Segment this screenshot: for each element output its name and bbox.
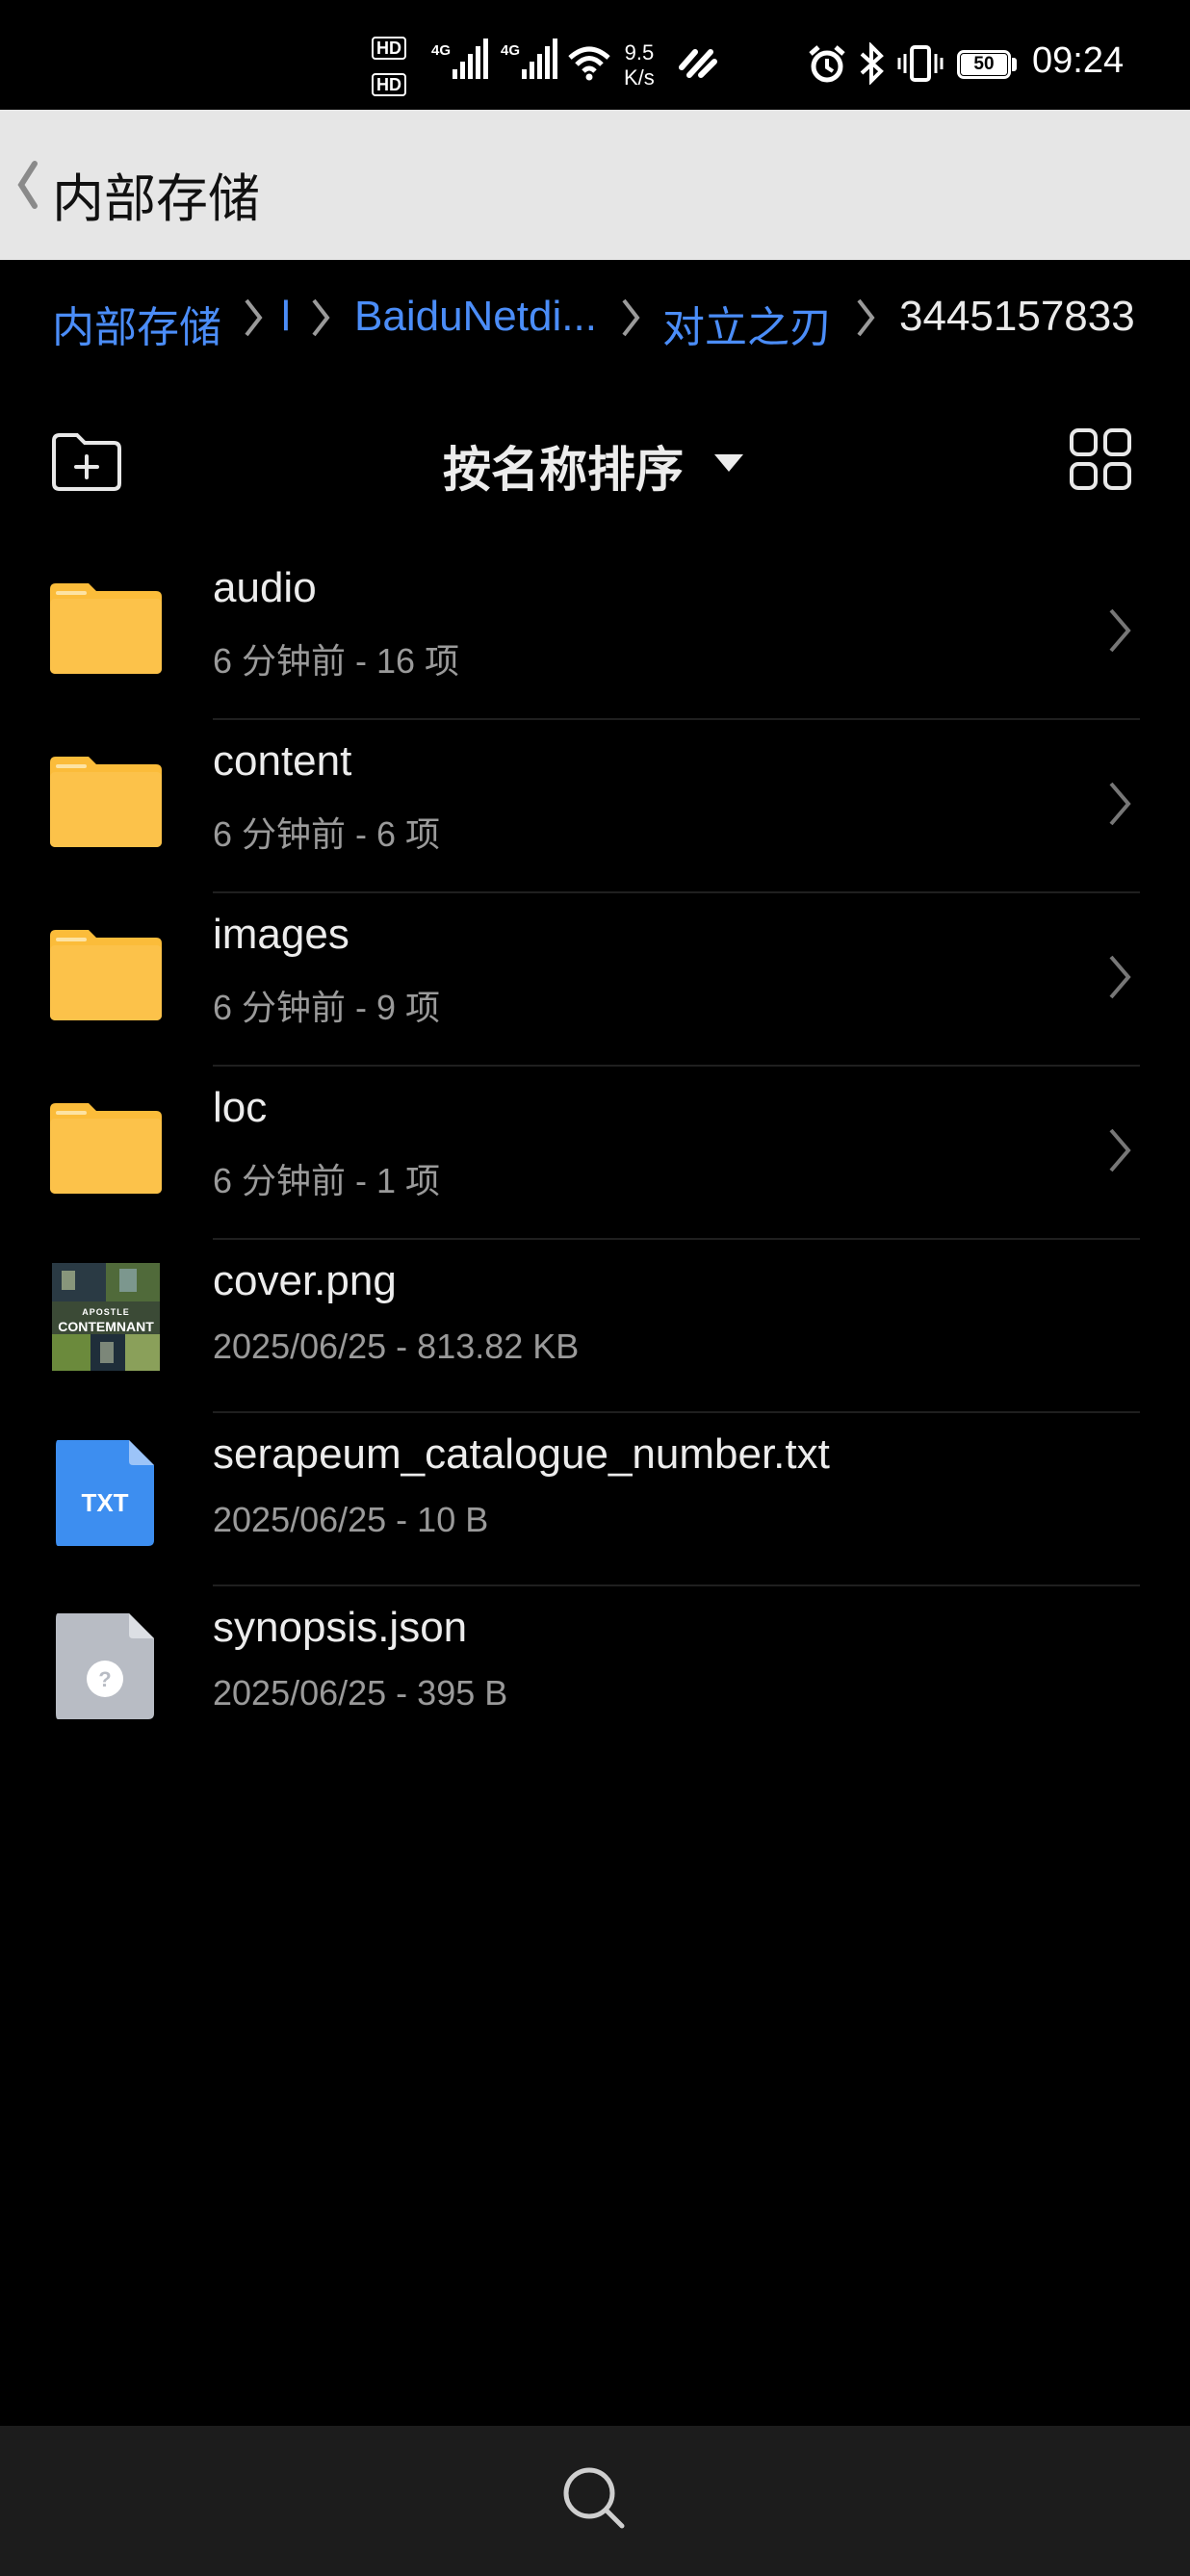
back-arrow-icon[interactable] <box>10 158 44 212</box>
new-folder-icon[interactable] <box>50 429 123 493</box>
folder-icon <box>50 757 162 847</box>
txt-file-icon: TXT <box>56 1440 154 1546</box>
file-row-json[interactable]: ? synopsis.json 2025/06/25 - 395 B <box>0 1586 1190 1760</box>
file-row-audio[interactable]: audio 6 分钟前 - 16 项 <box>0 547 1190 720</box>
file-name: synopsis.json <box>213 1604 468 1651</box>
network-type: 4G <box>431 42 452 59</box>
grid-view-icon[interactable] <box>1069 427 1132 491</box>
bottom-bar <box>0 2426 1190 2576</box>
breadcrumb: 内部存储 l BaiduNetdi... 对立之刃 3445157833 <box>0 260 1190 375</box>
hd-icon: HD <box>372 37 406 60</box>
chevron-right-icon <box>857 298 875 337</box>
dropdown-arrow-icon[interactable] <box>714 454 743 472</box>
bluetooth-icon <box>860 42 884 85</box>
folder-icon <box>50 1103 162 1194</box>
breadcrumb-item-game-folder[interactable]: 对立之刃 <box>662 293 832 354</box>
file-name: images <box>213 911 349 958</box>
search-icon[interactable] <box>560 2464 630 2534</box>
hd-icon: HD <box>372 73 406 96</box>
clock: 09:24 <box>1032 40 1125 81</box>
breadcrumb-item-internal-storage[interactable]: 内部存储 <box>52 293 221 354</box>
file-row-txt[interactable]: TXT serapeum_catalogue_number.txt 2025/0… <box>0 1413 1190 1586</box>
unknown-icon-label: ? <box>98 1667 111 1691</box>
thumbnail-text: CONTEMNANT <box>58 1319 154 1334</box>
file-row-loc[interactable]: loc 6 分钟前 - 1 项 <box>0 1067 1190 1240</box>
file-meta: 2025/06/25 - 395 B <box>213 1673 508 1713</box>
file-meta: 2025/06/25 - 10 B <box>213 1500 489 1539</box>
network-type: 4G <box>501 42 521 59</box>
folder-icon <box>50 930 162 1020</box>
sort-button[interactable]: 按名称排序 <box>443 431 684 501</box>
breadcrumb-item-l[interactable]: l <box>281 293 291 341</box>
file-meta: 6 分钟前 - 1 项 <box>213 1161 441 1200</box>
unknown-file-icon: ? <box>56 1613 154 1719</box>
chevron-right-icon <box>622 298 640 337</box>
file-name: cover.png <box>213 1257 397 1304</box>
vpn-icon <box>679 49 717 78</box>
title-bar: 内部存储 <box>0 110 1190 260</box>
breadcrumb-item-baidunetdisk[interactable]: BaiduNetdi... <box>354 293 597 341</box>
chevron-right-icon <box>1109 608 1131 653</box>
thumbnail-text: APOSTLE <box>82 1307 130 1317</box>
alarm-icon <box>809 45 845 83</box>
file-name: content <box>213 737 352 785</box>
chevron-right-icon <box>312 298 330 337</box>
chevron-right-icon <box>1109 1128 1131 1172</box>
wifi-icon <box>568 46 610 81</box>
status-bar: HD HD 4G 4G 9.5 K/s 50 09:24 <box>0 0 1190 110</box>
file-name: serapeum_catalogue_number.txt <box>213 1430 830 1478</box>
battery-tip <box>1012 58 1017 71</box>
file-meta: 6 分钟前 - 6 项 <box>213 814 441 854</box>
image-thumbnail: APOSTLE CONTEMNANT <box>52 1263 160 1371</box>
signal-icon <box>522 39 560 79</box>
file-meta: 6 分钟前 - 9 项 <box>213 988 441 1027</box>
chevron-right-icon <box>245 298 263 337</box>
folder-icon <box>50 583 162 674</box>
txt-icon-label: TXT <box>81 1488 128 1517</box>
breadcrumb-item-current: 3445157833 <box>899 293 1135 340</box>
file-row-content[interactable]: content 6 分钟前 - 6 项 <box>0 720 1190 893</box>
battery-icon: 50 <box>957 50 1011 79</box>
file-meta: 6 分钟前 - 16 项 <box>213 641 460 681</box>
page-title: 内部存储 <box>52 170 260 228</box>
file-name: audio <box>213 564 317 611</box>
chevron-right-icon <box>1109 782 1131 826</box>
file-meta: 2025/06/25 - 813.82 KB <box>213 1327 580 1366</box>
network-speed: 9.5 K/s <box>624 40 655 90</box>
file-name: loc <box>213 1084 268 1131</box>
file-row-cover[interactable]: APOSTLE CONTEMNANT cover.png 2025/06/25 … <box>0 1240 1190 1413</box>
file-row-images[interactable]: images 6 分钟前 - 9 项 <box>0 893 1190 1067</box>
vibrate-icon <box>897 45 944 82</box>
chevron-right-icon <box>1109 955 1131 999</box>
toolbar: 按名称排序 <box>0 375 1190 549</box>
signal-icon <box>453 39 491 79</box>
